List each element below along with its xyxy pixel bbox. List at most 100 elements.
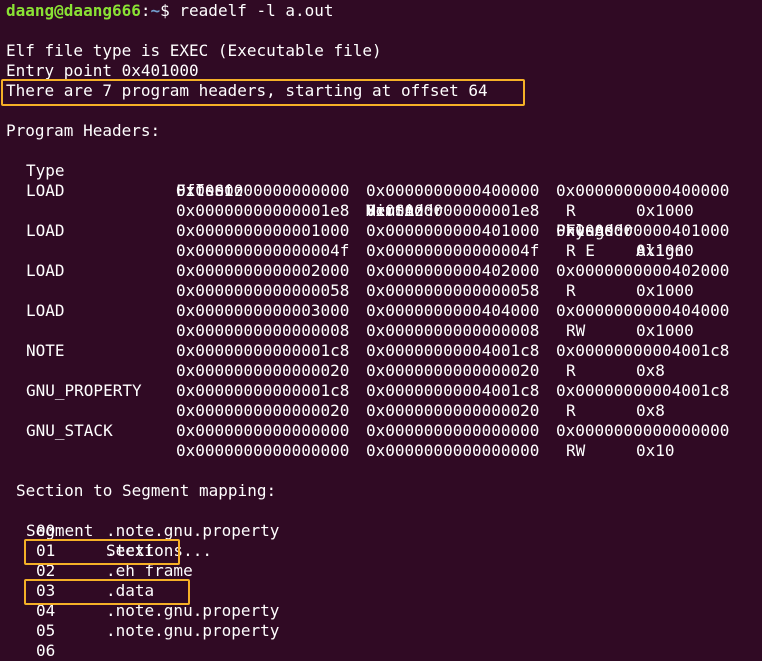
ph-virtaddr-cell: 0x00000000004001c8 bbox=[366, 381, 540, 400]
ph-filesiz-cell: 0x0000000000000020 bbox=[176, 361, 350, 380]
ph-flags-cell: RW bbox=[566, 441, 586, 460]
segment-mapping-row: 03 .data bbox=[0, 581, 762, 601]
ph-type-cell: LOAD bbox=[26, 181, 65, 200]
ph-offset-cell: 0x0000000000001000 bbox=[176, 221, 350, 240]
segment-number: 01 bbox=[36, 541, 56, 560]
program-header-row-4-line-1: NOTE 0x00000000000001c8 0x00000000004001c8… bbox=[0, 341, 762, 361]
ph-filesiz-cell: 0x0000000000000020 bbox=[176, 401, 350, 420]
ph-memsiz-cell: 0x0000000000000020 bbox=[366, 401, 540, 420]
ph-flags-cell: R bbox=[566, 201, 576, 220]
segment-sections: .note.gnu.property bbox=[106, 621, 280, 640]
prompt-user-host: daang@daang666 bbox=[6, 1, 141, 20]
ph-offset-cell: 0x0000000000000000 bbox=[176, 421, 350, 440]
ph-filesiz-cell: 0x0000000000000058 bbox=[176, 281, 350, 300]
program-header-row-2-line-2: 0x0000000000000058 0x0000000000000058 R 0x1… bbox=[0, 281, 762, 301]
ph-flags-cell: R bbox=[566, 281, 576, 300]
ph-memsiz-cell: 0x0000000000000020 bbox=[366, 361, 540, 380]
ph-align-cell: 0x1000 bbox=[636, 281, 694, 300]
ph-align-cell: 0x8 bbox=[636, 361, 665, 380]
segment-mapping-row: 06 bbox=[0, 641, 762, 661]
ph-flags-cell: RW bbox=[566, 321, 586, 340]
segment-number: 03 bbox=[36, 581, 56, 600]
ph-align-cell: 0x1000 bbox=[636, 201, 694, 220]
segment-mapping-row: 02 .eh_frame bbox=[0, 561, 762, 581]
ph-align-cell: 0x10 bbox=[636, 441, 675, 460]
segment-number: 00 bbox=[36, 521, 56, 540]
ph-type-cell: GNU_STACK bbox=[26, 421, 113, 440]
ph-offset-cell: 0x0000000000003000 bbox=[176, 301, 350, 320]
program-header-info: There are 7 program headers, starting at… bbox=[6, 81, 488, 100]
ph-filesiz-cell: 0x000000000000004f bbox=[176, 241, 350, 260]
segment-sections: .text bbox=[106, 541, 155, 560]
ph-physaddr-cell: 0x0000000000401000 bbox=[556, 221, 730, 240]
ph-type-cell: LOAD bbox=[26, 221, 65, 240]
program-headers-column-header-1: Type Offset VirtAddr PhysAddr bbox=[0, 141, 762, 240]
ph-physaddr-cell: 0x0000000000402000 bbox=[556, 261, 730, 280]
section-mapping-title: Section to Segment mapping: bbox=[16, 481, 277, 500]
terminal-window[interactable]: daang@daang666:~$ readelf -l a.out Elf f… bbox=[0, 0, 762, 661]
prompt-path: ~ bbox=[150, 1, 161, 20]
ph-filesiz-cell: 0x0000000000000008 bbox=[176, 321, 350, 340]
ph-align-cell: 0x1000 bbox=[636, 241, 694, 260]
program-header-row-5-line-1: GNU_PROPERTY 0x00000000000001c8 0x00000000… bbox=[0, 381, 762, 401]
ph-type-cell: GNU_PROPERTY bbox=[26, 381, 142, 400]
ph-physaddr-cell: 0x00000000004001c8 bbox=[556, 341, 730, 360]
prompt-separator: : bbox=[140, 1, 151, 20]
section-mapping-column-header: Segment Sections... bbox=[0, 501, 762, 560]
ph-memsiz-cell: 0x0000000000000008 bbox=[366, 321, 540, 340]
ph-memsiz-cell: 0x00000000000001e8 bbox=[366, 201, 540, 220]
ph-offset-cell: 0x00000000000001c8 bbox=[176, 341, 350, 360]
program-header-row-1-line-2: 0x000000000000004f 0x000000000000004f R E 0… bbox=[0, 241, 762, 261]
segment-number: 05 bbox=[36, 621, 56, 640]
segment-mapping-row: 05 .note.gnu.property bbox=[0, 621, 762, 641]
program-header-row-5-line-2: 0x0000000000000020 0x0000000000000020 R 0x8 bbox=[0, 401, 762, 421]
ph-flags-cell: R bbox=[566, 401, 576, 420]
ph-virtaddr-cell: 0x0000000000404000 bbox=[366, 301, 540, 320]
ph-align-cell: 0x1000 bbox=[636, 321, 694, 340]
segment-number: 06 bbox=[36, 641, 56, 660]
ph-type-cell: NOTE bbox=[26, 341, 65, 360]
program-header-row-3-line-2: 0x0000000000000008 0x0000000000000008 RW 0x… bbox=[0, 321, 762, 341]
ph-physaddr-cell: 0x0000000000404000 bbox=[556, 301, 730, 320]
ph-physaddr-cell: 0x0000000000400000 bbox=[556, 181, 730, 200]
program-header-row-6-line-2: 0x0000000000000000 0x0000000000000000 RW 0x… bbox=[0, 441, 762, 461]
program-header-row-3-line-1: LOAD 0x0000000000003000 0x0000000000404000… bbox=[0, 301, 762, 321]
elf-file-type: Elf file type is EXEC (Executable file) bbox=[6, 41, 382, 60]
prompt-symbol: $ bbox=[160, 1, 180, 20]
ph-physaddr-cell: 0x0000000000000000 bbox=[556, 421, 730, 440]
program-header-row-0-line-1: LOAD 0x0000000000000000 0x0000000000400000… bbox=[0, 181, 762, 201]
ph-type-cell: LOAD bbox=[26, 261, 65, 280]
ph-physaddr-cell: 0x00000000004001c8 bbox=[556, 381, 730, 400]
ph-filesiz-cell: 0x0000000000000000 bbox=[176, 441, 350, 460]
prompt-command: readelf -l a.out bbox=[179, 1, 334, 20]
ph-offset-cell: 0x0000000000000000 bbox=[176, 181, 350, 200]
ph-flags-cell: R E bbox=[566, 241, 595, 260]
ph-virtaddr-cell: 0x00000000004001c8 bbox=[366, 341, 540, 360]
segment-mapping-row: 00 .note.gnu.property bbox=[0, 521, 762, 541]
segment-sections: .eh_frame bbox=[106, 561, 193, 580]
program-header-row-4-line-2: 0x0000000000000020 0x0000000000000020 R 0x8 bbox=[0, 361, 762, 381]
program-header-row-6-line-1: GNU_STACK 0x0000000000000000 0x00000000000… bbox=[0, 421, 762, 441]
ph-memsiz-cell: 0x000000000000004f bbox=[366, 241, 540, 260]
ph-virtaddr-cell: 0x0000000000400000 bbox=[366, 181, 540, 200]
ph-offset-cell: 0x0000000000002000 bbox=[176, 261, 350, 280]
ph-type-cell: LOAD bbox=[26, 301, 65, 320]
prompt-line: daang@daang666:~$ readelf -l a.out bbox=[6, 1, 334, 21]
program-header-row-2-line-1: LOAD 0x0000000000002000 0x0000000000402000… bbox=[0, 261, 762, 281]
segment-number: 02 bbox=[36, 561, 56, 580]
program-header-row-1-line-1: LOAD 0x0000000000001000 0x0000000000401000… bbox=[0, 221, 762, 241]
segment-sections: .data bbox=[106, 581, 155, 600]
ph-filesiz-cell: 0x00000000000001e8 bbox=[176, 201, 350, 220]
segment-sections: .note.gnu.property bbox=[106, 601, 280, 620]
program-header-row-0-line-2: 0x00000000000001e8 0x00000000000001e8 R 0x1… bbox=[0, 201, 762, 221]
segment-mapping-row: 04 .note.gnu.property bbox=[0, 601, 762, 621]
ph-flags-cell: R bbox=[566, 361, 576, 380]
ph-virtaddr-cell: 0x0000000000000000 bbox=[366, 421, 540, 440]
ph-offset-cell: 0x00000000000001c8 bbox=[176, 381, 350, 400]
segment-mapping-row: 01 .text bbox=[0, 541, 762, 561]
ph-memsiz-cell: 0x0000000000000000 bbox=[366, 441, 540, 460]
segment-sections: .note.gnu.property bbox=[106, 521, 280, 540]
program-headers-column-header-2: FileSiz MemSiz Flags Align bbox=[0, 161, 762, 260]
ph-virtaddr-cell: 0x0000000000401000 bbox=[366, 221, 540, 240]
ph-virtaddr-cell: 0x0000000000402000 bbox=[366, 261, 540, 280]
